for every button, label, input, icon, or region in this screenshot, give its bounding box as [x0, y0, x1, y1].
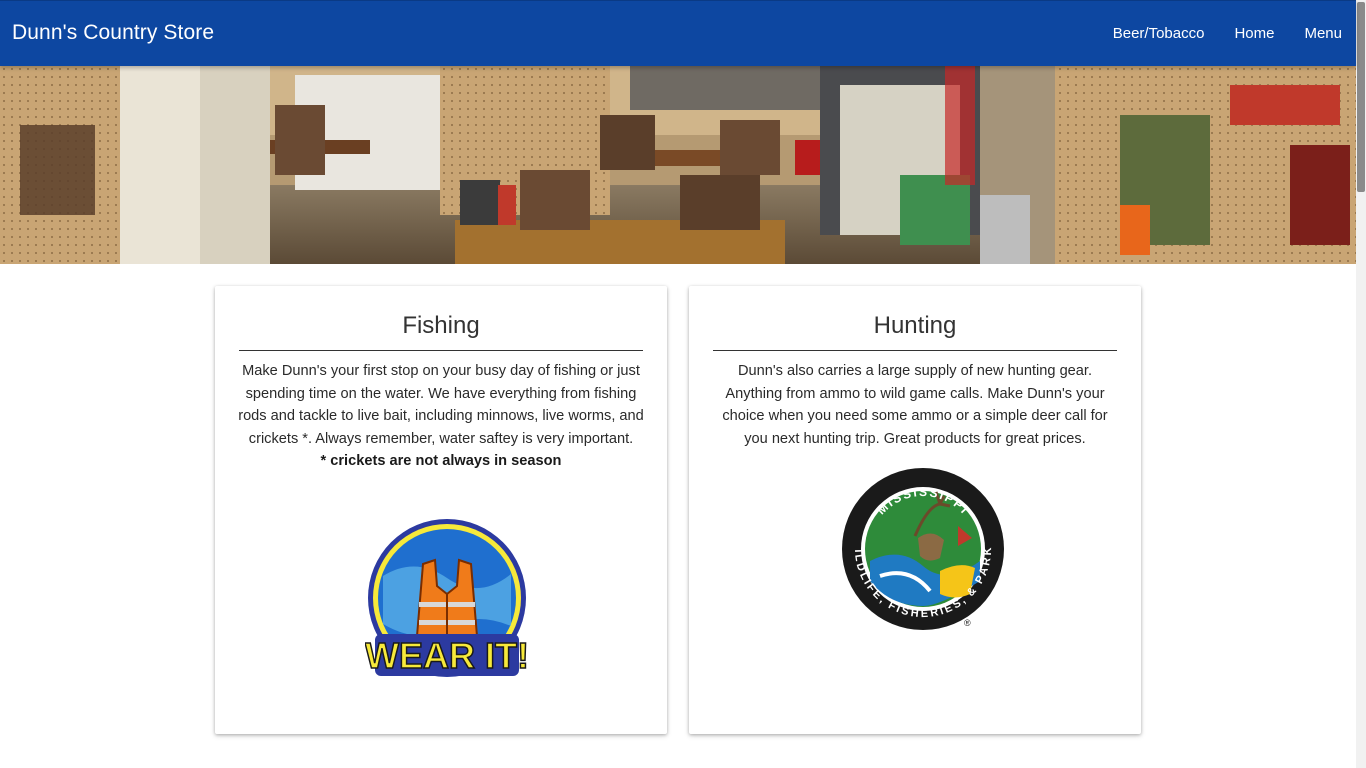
fishing-card-title: Fishing: [239, 312, 643, 351]
wear-it-logo: WEAR IT!: [364, 516, 530, 687]
top-navbar: Dunn's Country Store Beer/Tobacco Home M…: [0, 0, 1356, 66]
nav-home-link[interactable]: Home: [1234, 25, 1274, 42]
nav-beer-tobacco-link[interactable]: Beer/Tobacco: [1113, 25, 1205, 42]
mdwfp-logo: MISSISSIPPI WILDLIFE, FISHERIES, & PARKS…: [834, 466, 1006, 637]
page-scrollbar[interactable]: [1356, 0, 1366, 768]
nav-links: Beer/Tobacco Home Menu: [1113, 25, 1342, 42]
fishing-card-note: * crickets are not always in season: [320, 453, 562, 470]
nav-menu-link[interactable]: Menu: [1304, 25, 1342, 42]
fishing-card-text: Make Dunn's your first stop on your busy…: [238, 363, 644, 447]
brand-link[interactable]: Dunn's Country Store: [12, 21, 214, 45]
wear-it-text: WEAR IT!: [365, 635, 529, 676]
fishing-card: Fishing Make Dunn's your first stop on y…: [215, 286, 667, 734]
registered-mark: ®: [964, 618, 971, 628]
scrollbar-thumb[interactable]: [1357, 2, 1365, 192]
hunting-card: Hunting Dunn's also carries a large supp…: [689, 286, 1141, 734]
store-interior-banner-image: [0, 65, 1356, 264]
hunting-card-text: Dunn's also carries a large supply of ne…: [722, 363, 1108, 447]
hunting-card-title: Hunting: [713, 312, 1117, 351]
